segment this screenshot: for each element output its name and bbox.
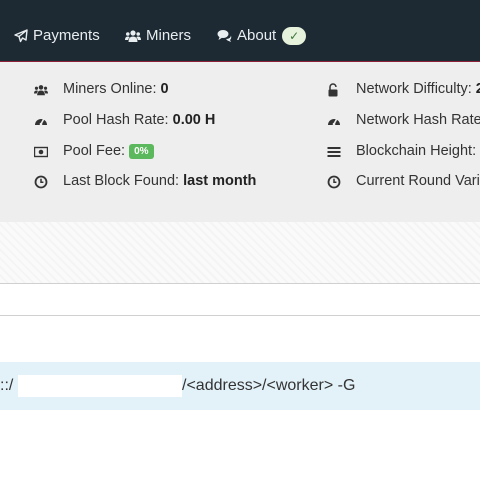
miner-command-box: ::/ /<address>/<worker> -G [0, 362, 480, 410]
stat-label: Network Difficulty: [356, 81, 472, 97]
stat-label: Blockchain Height: [356, 143, 477, 159]
stat-value: 0 [160, 81, 169, 97]
stat-label: Pool Fee: [63, 143, 126, 159]
redacted-pool-host [18, 375, 182, 397]
stat-pool-fee: Pool Fee: 0% [34, 142, 294, 162]
clock-icon [327, 175, 341, 189]
nav-miners[interactable]: Miners [125, 26, 191, 46]
nav-payments[interactable]: Payments [14, 26, 100, 46]
pool-stats-panel: Miners Online: 0 Pool Hash Rate: 0.00 H … [0, 62, 480, 222]
stat-current-round-variance: Current Round Vari [327, 172, 480, 192]
bars-icon [327, 147, 341, 157]
content-band [0, 316, 480, 362]
stat-network-difficulty: Network Difficulty: 2 [327, 80, 480, 100]
stat-network-hash-rate: Network Hash Rate [327, 111, 480, 131]
about-status-badge: ✓ [282, 27, 307, 45]
stat-label: Miners Online: [63, 81, 157, 97]
tachometer-icon [35, 118, 47, 126]
money-icon [34, 146, 48, 158]
stat-label: Last Block Found: [63, 173, 180, 189]
nav-about-label: About [237, 27, 277, 44]
nav-about[interactable]: About ✓ [217, 26, 307, 46]
nav-payments-label: Payments [33, 27, 100, 44]
users-icon [125, 30, 141, 42]
navbar: Payments Miners About ✓ [0, 0, 480, 62]
unlock-icon [328, 83, 338, 97]
stat-value: last month [183, 173, 257, 189]
clock-icon [34, 175, 48, 189]
stat-last-block-found: Last Block Found: last month [34, 172, 294, 192]
stat-label: Pool Hash Rate: [63, 112, 169, 128]
command-prefix: ::/ [0, 377, 14, 394]
stat-value: 2 [475, 81, 480, 97]
stat-miners-online: Miners Online: 0 [34, 80, 294, 100]
stat-blockchain-height: Blockchain Height: 5 [327, 142, 480, 162]
stat-label: Network Hash Rate [356, 112, 480, 128]
tachometer-icon [328, 118, 340, 126]
paper-plane-icon [14, 29, 28, 43]
command-suffix: /<address>/<worker> -G [182, 377, 356, 394]
users-icon [34, 85, 48, 96]
content-band-lower [0, 410, 480, 480]
comments-icon [217, 30, 232, 42]
stat-pool-hash-rate: Pool Hash Rate: 0.00 H [34, 111, 294, 131]
address-input[interactable] [0, 283, 480, 316]
stat-label: Current Round Vari [356, 173, 480, 189]
stat-value: 0.00 H [172, 112, 216, 128]
nav-miners-label: Miners [146, 27, 192, 44]
pool-fee-badge: 0% [129, 144, 154, 159]
